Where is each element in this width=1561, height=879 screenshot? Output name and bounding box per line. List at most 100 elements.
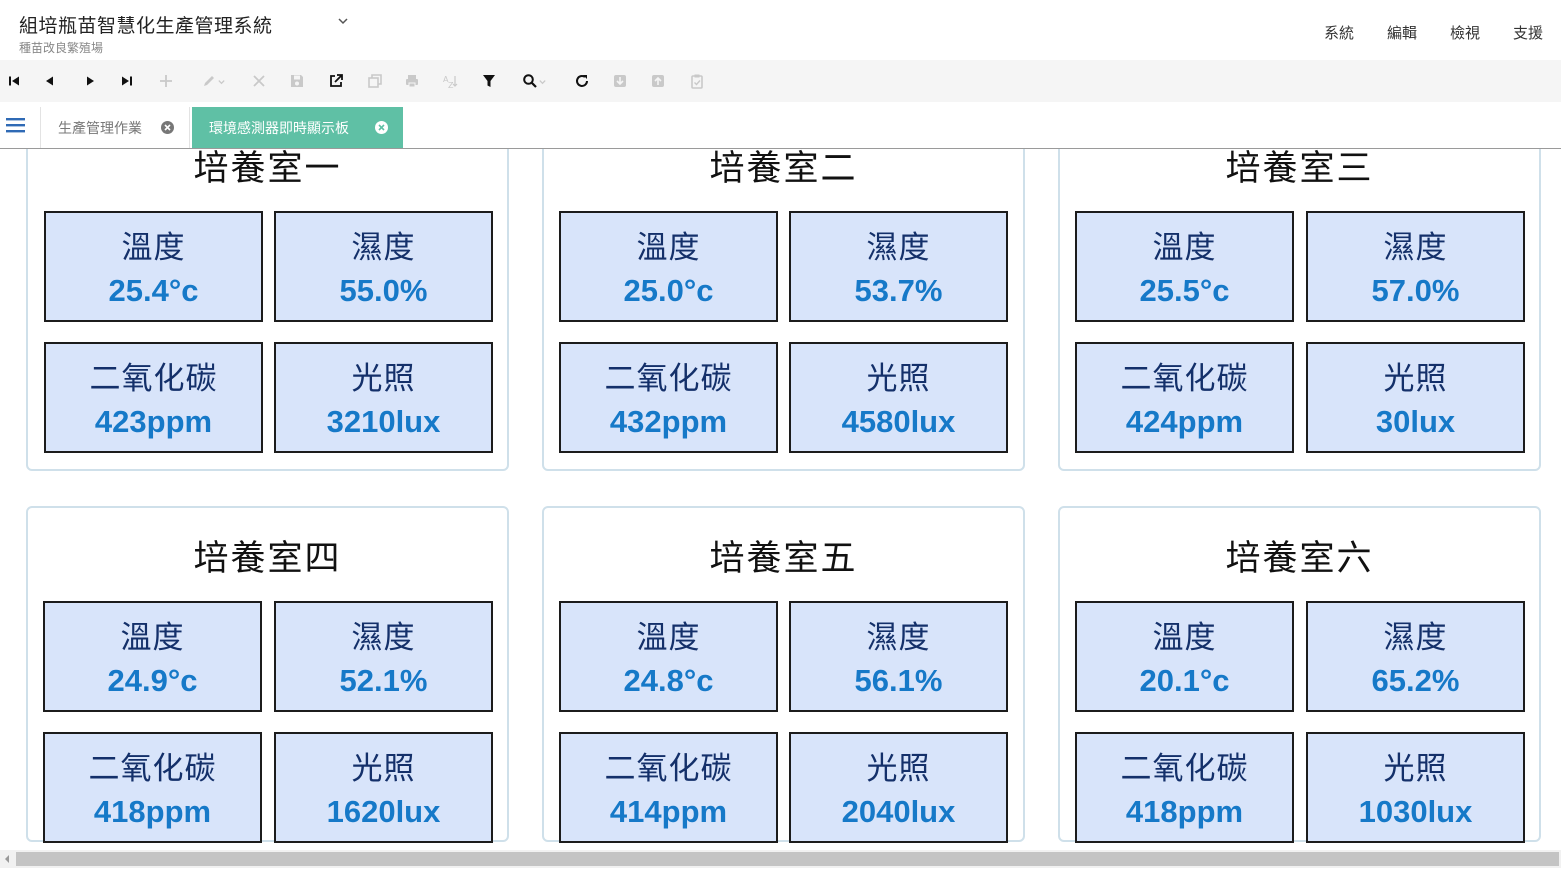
- temperature-tile: 溫度 25.0°c: [559, 211, 778, 322]
- room-card: 培養室四 溫度 24.9°c 濕度 52.1% 二氧化碳 418ppm 光照 1…: [26, 506, 509, 843]
- temperature-tile: 溫度 24.9°c: [43, 601, 262, 712]
- open-external-icon[interactable]: [326, 71, 346, 91]
- first-record-icon[interactable]: [4, 71, 24, 91]
- sensor-value: 1030lux: [1358, 794, 1473, 829]
- chevron-down-icon[interactable]: [336, 14, 350, 28]
- scroll-left-icon[interactable]: [3, 854, 11, 864]
- last-record-icon[interactable]: [117, 71, 137, 91]
- sensor-label: 溫度: [120, 620, 185, 656]
- light-tile: 光照 3210lux: [274, 342, 493, 453]
- sensor-value: 424ppm: [1125, 404, 1244, 439]
- hamburger-menu-icon[interactable]: [6, 116, 26, 134]
- close-icon[interactable]: [160, 120, 175, 135]
- sensor-label: 光照: [866, 361, 931, 397]
- humidity-tile: 濕度 52.1%: [274, 601, 493, 712]
- search-icon[interactable]: [516, 71, 552, 91]
- delete-icon[interactable]: [249, 71, 269, 91]
- sensor-value: 56.1%: [854, 663, 943, 698]
- humidity-tile: 濕度 65.2%: [1306, 601, 1525, 712]
- sensor-label: 濕度: [866, 620, 931, 656]
- sensor-value: 25.0°c: [623, 273, 714, 308]
- sensor-value: 57.0%: [1371, 273, 1460, 308]
- next-record-icon[interactable]: [80, 71, 100, 91]
- tab-production-management[interactable]: 生產管理作業: [40, 107, 190, 148]
- sensor-value: 2040lux: [841, 794, 956, 829]
- save-icon[interactable]: [287, 71, 307, 91]
- sensor-value: 418ppm: [1125, 794, 1244, 829]
- sensor-label: 光照: [351, 361, 416, 397]
- sensor-label: 光照: [1383, 361, 1448, 397]
- room-card: 培養室五 溫度 24.8°c 濕度 56.1% 二氧化碳 414ppm 光照 2…: [542, 506, 1025, 843]
- filter-icon[interactable]: [479, 71, 499, 91]
- sensor-label: 溫度: [121, 230, 186, 266]
- sensor-label: 二氧化碳: [1120, 361, 1249, 397]
- sensor-value: 52.1%: [339, 663, 428, 698]
- temperature-tile: 溫度 25.4°c: [44, 211, 263, 322]
- co2-tile: 二氧化碳 424ppm: [1075, 342, 1294, 453]
- sensor-label: 濕度: [866, 230, 931, 266]
- sensor-value: 30lux: [1375, 404, 1456, 439]
- co2-tile: 二氧化碳 423ppm: [44, 342, 263, 453]
- sort-icon[interactable]: AZ: [440, 71, 460, 91]
- room-card: 培養室一 溫度 25.4°c 濕度 55.0% 二氧化碳 423ppm 光照 3…: [26, 149, 509, 471]
- sensor-label: 濕度: [1383, 620, 1448, 656]
- sensor-value: 25.5°c: [1139, 273, 1230, 308]
- temperature-tile: 溫度 25.5°c: [1075, 211, 1294, 322]
- light-tile: 光照 2040lux: [789, 732, 1008, 843]
- sensor-value: 53.7%: [854, 273, 943, 308]
- humidity-tile: 濕度 56.1%: [789, 601, 1008, 712]
- tab-environment-dashboard[interactable]: 環境感測器即時顯示板: [192, 107, 403, 148]
- temperature-tile: 溫度 20.1°c: [1075, 601, 1294, 712]
- room-title: 培養室五: [709, 539, 858, 579]
- sensor-label: 溫度: [636, 620, 701, 656]
- sensor-label: 光照: [1383, 751, 1448, 787]
- export-icon[interactable]: [648, 71, 668, 91]
- sensor-value: 24.9°c: [107, 663, 198, 698]
- room-card: 培養室六 溫度 20.1°c 濕度 65.2% 二氧化碳 418ppm 光照 1…: [1058, 506, 1541, 843]
- menu-support[interactable]: 支援: [1513, 22, 1543, 43]
- sensor-label: 二氧化碳: [89, 361, 218, 397]
- edit-icon[interactable]: [195, 71, 231, 91]
- menu-edit[interactable]: 編輯: [1387, 22, 1417, 43]
- co2-tile: 二氧化碳 418ppm: [43, 732, 262, 843]
- app-title: 組培瓶苗智慧化生產管理系統: [19, 15, 273, 37]
- close-icon[interactable]: [374, 120, 389, 135]
- sensor-value: 25.4°c: [108, 273, 199, 308]
- tab-label: 生產管理作業: [58, 120, 142, 137]
- sensor-label: 濕度: [351, 620, 416, 656]
- previous-record-icon[interactable]: [40, 71, 60, 91]
- scrollbar-thumb[interactable]: [16, 852, 1559, 866]
- app-subtitle: 種苗改良繁殖場: [19, 41, 104, 55]
- tab-bar: 生產管理作業 環境感測器即時顯示板: [0, 102, 1561, 149]
- clipboard-icon[interactable]: [687, 71, 707, 91]
- refresh-icon[interactable]: [572, 71, 592, 91]
- menu-view[interactable]: 檢視: [1450, 22, 1480, 43]
- sensor-label: 溫度: [1152, 230, 1217, 266]
- sensor-label: 二氧化碳: [604, 361, 733, 397]
- sensor-value: 55.0%: [339, 273, 428, 308]
- light-tile: 光照 1620lux: [274, 732, 493, 843]
- add-icon[interactable]: [156, 71, 176, 91]
- import-icon[interactable]: [610, 71, 630, 91]
- menu-system[interactable]: 系統: [1324, 22, 1354, 43]
- sensor-value: 414ppm: [609, 794, 728, 829]
- sensor-value: 65.2%: [1371, 663, 1460, 698]
- sensor-value: 4580lux: [841, 404, 956, 439]
- room-title: 培養室三: [1225, 149, 1374, 189]
- room-title: 培養室二: [709, 149, 858, 189]
- light-tile: 光照 1030lux: [1306, 732, 1525, 843]
- light-tile: 光照 4580lux: [789, 342, 1008, 453]
- sensor-value: 418ppm: [93, 794, 212, 829]
- sensor-value: 432ppm: [609, 404, 728, 439]
- sensor-label: 溫度: [636, 230, 701, 266]
- co2-tile: 二氧化碳 418ppm: [1075, 732, 1294, 843]
- status-bar: [0, 868, 1561, 879]
- light-tile: 光照 30lux: [1306, 342, 1525, 453]
- sensor-label: 二氧化碳: [1120, 751, 1249, 787]
- tab-label: 環境感測器即時顯示板: [209, 120, 349, 137]
- print-icon[interactable]: [402, 71, 422, 91]
- toolbar: AZ: [0, 60, 1561, 102]
- copy-icon[interactable]: [365, 71, 385, 91]
- horizontal-scrollbar[interactable]: [0, 850, 1561, 868]
- room-title: 培養室六: [1225, 539, 1374, 579]
